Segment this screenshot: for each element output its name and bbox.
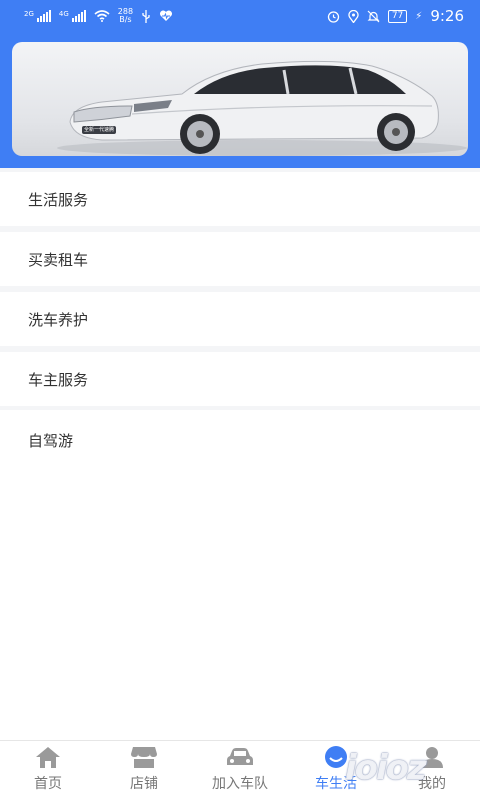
menu-item-label: 车主服务 (28, 370, 89, 389)
battery-level: 77 (391, 10, 404, 21)
usb-icon (142, 9, 150, 23)
car-icon (225, 744, 255, 770)
menu-item-car-wash[interactable]: 洗车养护 (0, 292, 480, 346)
menu-item-label: 自驾游 (28, 431, 74, 450)
tab-join-fleet[interactable]: 加入车队 (192, 741, 288, 800)
watermark-logo: ioioz (345, 748, 427, 788)
menu-item-owner-services[interactable]: 车主服务 (0, 352, 480, 406)
charging-icon: ⚡ (415, 10, 423, 22)
menu-item-life-services[interactable]: 生活服务 (0, 172, 480, 226)
status-left: 2G 4G 288 B/s (24, 8, 173, 24)
alarm-icon (327, 10, 339, 23)
clock: 9:26 (430, 7, 464, 25)
location-icon (348, 9, 359, 23)
menu-item-label: 洗车养护 (28, 310, 89, 329)
tab-store[interactable]: 店铺 (96, 741, 192, 800)
status-bar: 2G 4G 288 B/s 77 ⚡ 9:26 (0, 0, 480, 32)
store-icon (129, 744, 159, 770)
status-right: 77 ⚡ 9:26 (327, 7, 464, 25)
signal-icon: 2G (24, 10, 51, 22)
tab-label: 首页 (34, 776, 62, 792)
tab-label: 加入车队 (212, 776, 268, 792)
license-plate: 全新一代速腾 (83, 127, 114, 133)
network-speed: 288 B/s (118, 8, 133, 24)
speed-unit: B/s (119, 15, 132, 24)
menu-item-buy-sell-rent[interactable]: 买卖租车 (0, 232, 480, 286)
network-type-2: 4G (58, 10, 69, 18)
menu-item-label: 买卖租车 (28, 250, 89, 269)
menu-item-label: 生活服务 (28, 190, 89, 209)
tab-home[interactable]: 首页 (0, 741, 96, 800)
mute-icon (367, 10, 380, 22)
heart-icon (160, 10, 173, 21)
home-icon (33, 744, 63, 770)
menu-item-road-trip[interactable]: 自驾游 (0, 410, 480, 470)
wifi-icon (94, 10, 110, 22)
car-illustration (57, 60, 467, 156)
banner-image[interactable]: 全新一代速腾 (12, 42, 468, 156)
signal-icon-2: 4G (59, 10, 86, 22)
network-type-1: 2G (24, 10, 34, 18)
tab-label: 店铺 (130, 776, 158, 792)
battery-icon: 77 (387, 9, 408, 23)
